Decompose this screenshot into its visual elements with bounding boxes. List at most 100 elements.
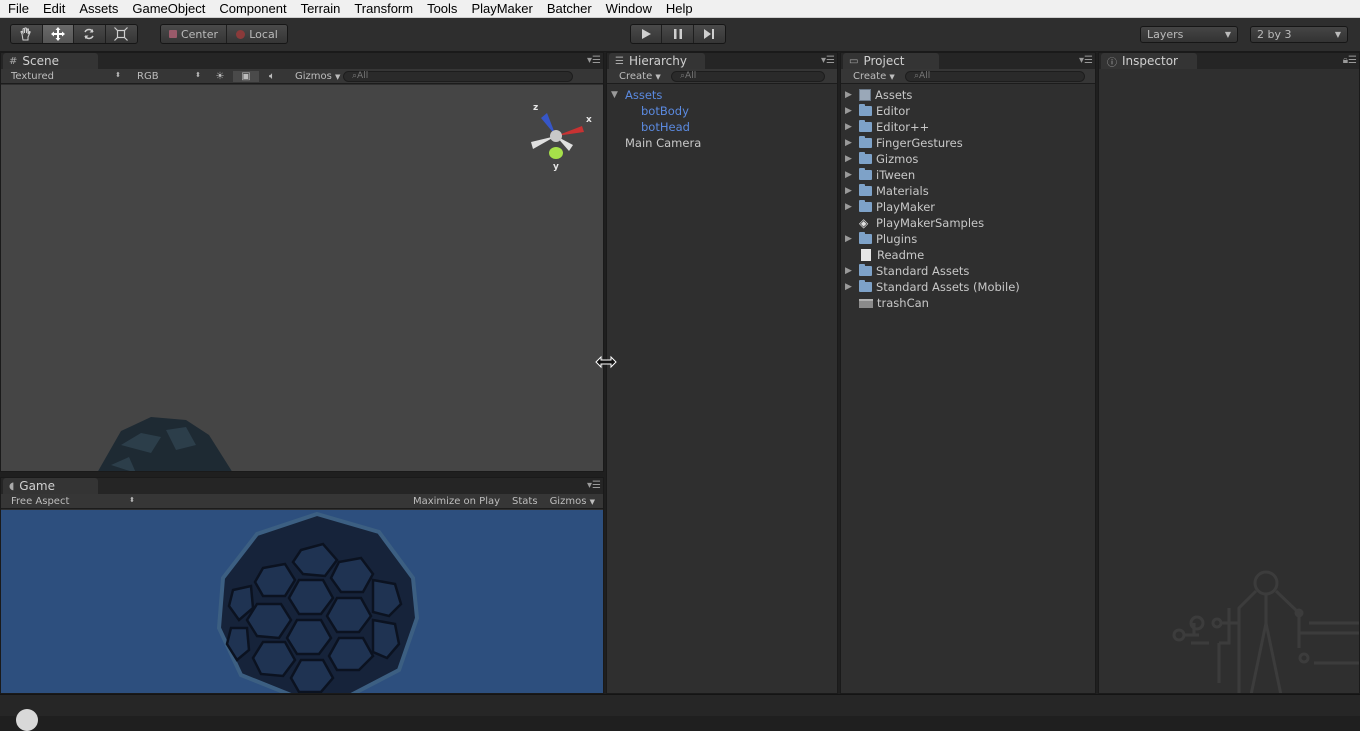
- hierarchy-create-dropdown[interactable]: Create ▼: [607, 71, 671, 82]
- scene-mesh[interactable]: [97, 417, 233, 472]
- hierarchy-item[interactable]: botHead: [627, 119, 690, 135]
- menu-item-assets[interactable]: Assets: [71, 0, 124, 18]
- scene-gizmos-dropdown[interactable]: Gizmos ▼: [285, 71, 343, 82]
- project-search-input[interactable]: ⌕ All: [905, 70, 1085, 82]
- project-item[interactable]: ▶ iTween: [845, 167, 915, 183]
- orientation-gizmo[interactable]: z x y: [531, 103, 592, 172]
- project-item[interactable]: ▶ Gizmos: [845, 151, 918, 167]
- expand-arrow-icon[interactable]: ▶: [845, 231, 855, 247]
- scene-canvas: z x y: [97, 103, 592, 472]
- game-toolbar: Free Aspect ⬍ Maximize on Play Stats Giz…: [1, 494, 603, 509]
- dropdown-arrow-icon: ▼: [1224, 30, 1231, 39]
- hierarchy-search-input[interactable]: ⌕ All: [671, 70, 825, 82]
- speaker-icon: 🔈︎: [269, 70, 275, 82]
- tab-hierarchy[interactable]: ☰ Hierarchy: [609, 53, 705, 69]
- rotate-icon: [84, 28, 94, 40]
- project-search-placeholder: All: [919, 71, 931, 81]
- game-viewport[interactable]: [1, 510, 603, 693]
- menu-item-transform[interactable]: Transform: [346, 0, 419, 18]
- game-panel: ◖ Game ▾☰ Free Aspect ⬍ Maximize on Play…: [0, 477, 604, 694]
- menu-item-batcher[interactable]: Batcher: [539, 0, 598, 18]
- play-button[interactable]: [631, 25, 663, 43]
- color-mode-dropdown[interactable]: RGB ⬍: [127, 71, 207, 82]
- step-button[interactable]: [694, 25, 725, 43]
- scene-search-input[interactable]: ⌕ All: [343, 70, 573, 82]
- menu-item-component[interactable]: Component: [211, 0, 292, 18]
- project-item[interactable]: ▶ Editor: [845, 103, 910, 119]
- menu-item-file[interactable]: File: [0, 0, 35, 18]
- project-item[interactable]: ▶ Plugins: [845, 231, 917, 247]
- game-tab-label: Game: [19, 479, 56, 493]
- menu-item-terrain[interactable]: Terrain: [293, 0, 347, 18]
- menu-item-edit[interactable]: Edit: [35, 0, 71, 18]
- updown-arrow-icon: ⬍: [195, 70, 201, 79]
- aspect-dropdown[interactable]: Free Aspect ⬍: [1, 496, 135, 507]
- rotate-tool-button[interactable]: [74, 25, 106, 43]
- pivot-local-button[interactable]: Local: [227, 25, 287, 43]
- project-item-label: Materials: [876, 184, 929, 198]
- project-item[interactable]: ▶ Editor++: [845, 119, 929, 135]
- expand-arrow-icon[interactable]: ▶: [845, 151, 855, 167]
- lighting-toggle[interactable]: ☀: [207, 71, 233, 82]
- render-mode-dropdown[interactable]: Textured ⬍: [1, 71, 127, 82]
- pivot-center-button[interactable]: Center: [161, 25, 227, 43]
- grid-icon: #: [9, 55, 18, 67]
- tab-scene[interactable]: # Scene: [3, 53, 98, 69]
- layers-dropdown[interactable]: Layers ▼: [1140, 26, 1238, 43]
- maximize-on-play-toggle[interactable]: Maximize on Play: [407, 496, 506, 507]
- project-item[interactable]: ▶ Materials: [845, 183, 929, 199]
- panel-menu-icon[interactable]: ▾☰: [821, 55, 835, 66]
- project-item[interactable]: ▶ FingerGestures: [845, 135, 963, 151]
- game-gizmos-dropdown[interactable]: Gizmos ▼: [544, 496, 603, 507]
- menu-item-help[interactable]: Help: [658, 0, 699, 18]
- hand-tool-button[interactable]: [11, 25, 43, 43]
- project-item[interactable]: ▶ Standard Assets (Mobile): [845, 279, 1020, 295]
- inspector-tab-row: ⓘ Inspector 🔒︎☰: [1099, 53, 1359, 69]
- gizmos-label: Gizmos: [295, 70, 332, 82]
- project-item[interactable]: Readme: [845, 247, 924, 263]
- menu-item-gameobject[interactable]: GameObject: [124, 0, 211, 18]
- tab-project[interactable]: ▭ Project: [843, 53, 939, 69]
- menu-item-playmaker[interactable]: PlayMaker: [463, 0, 538, 18]
- project-item[interactable]: ▶ PlayMaker: [845, 199, 935, 215]
- project-tab-row: ▭ Project ▾☰: [841, 53, 1095, 69]
- expand-arrow-icon[interactable]: ▶: [845, 279, 855, 295]
- expand-arrow-icon[interactable]: ▶: [845, 199, 855, 215]
- expand-arrow-icon[interactable]: ▶: [845, 183, 855, 199]
- scale-tool-button[interactable]: [106, 25, 137, 43]
- transform-tools: [10, 24, 138, 44]
- pause-button[interactable]: [662, 25, 694, 43]
- stats-toggle[interactable]: Stats: [506, 496, 544, 507]
- menu-item-window[interactable]: Window: [598, 0, 658, 18]
- panel-menu-icon[interactable]: ▾☰: [587, 480, 601, 491]
- project-create-dropdown[interactable]: Create ▼: [841, 71, 905, 82]
- hierarchy-item[interactable]: botBody: [627, 103, 689, 119]
- project-item-label: iTween: [876, 168, 916, 182]
- folder-icon: [859, 280, 872, 292]
- project-item[interactable]: ▶ Assets: [845, 87, 912, 103]
- panel-menu-icon[interactable]: ▾☰: [1079, 55, 1093, 66]
- tab-game[interactable]: ◖ Game: [3, 478, 98, 494]
- expand-arrow-icon[interactable]: ▶: [845, 263, 855, 279]
- lock-icon[interactable]: 🔒︎☰: [1343, 55, 1357, 66]
- menu-item-tools[interactable]: Tools: [419, 0, 463, 18]
- project-item[interactable]: ◈ PlayMakerSamples: [845, 215, 984, 231]
- expand-arrow-icon[interactable]: ▶: [845, 167, 855, 183]
- hierarchy-item[interactable]: Main Camera: [611, 135, 701, 151]
- expand-arrow-icon[interactable]: ▼: [611, 87, 621, 103]
- expand-arrow-icon[interactable]: ▶: [845, 87, 855, 103]
- tab-inspector[interactable]: ⓘ Inspector: [1101, 53, 1197, 69]
- expand-arrow-icon[interactable]: ▶: [845, 119, 855, 135]
- effects-toggle[interactable]: ▣: [233, 70, 259, 82]
- hierarchy-item[interactable]: ▼ Assets: [611, 87, 662, 103]
- panel-menu-icon[interactable]: ▾☰: [587, 55, 601, 66]
- layout-dropdown[interactable]: 2 by 3 ▼: [1250, 26, 1348, 43]
- project-item[interactable]: ▶ Standard Assets: [845, 263, 969, 279]
- audio-toggle[interactable]: 🔈︎: [259, 71, 285, 82]
- scene-viewport[interactable]: z x y: [1, 85, 603, 472]
- project-item[interactable]: trashCan: [845, 295, 929, 311]
- move-tool-button[interactable]: [42, 25, 74, 43]
- gizmo-z-label: z: [533, 103, 538, 113]
- expand-arrow-icon[interactable]: ▶: [845, 103, 855, 119]
- expand-arrow-icon[interactable]: ▶: [845, 135, 855, 151]
